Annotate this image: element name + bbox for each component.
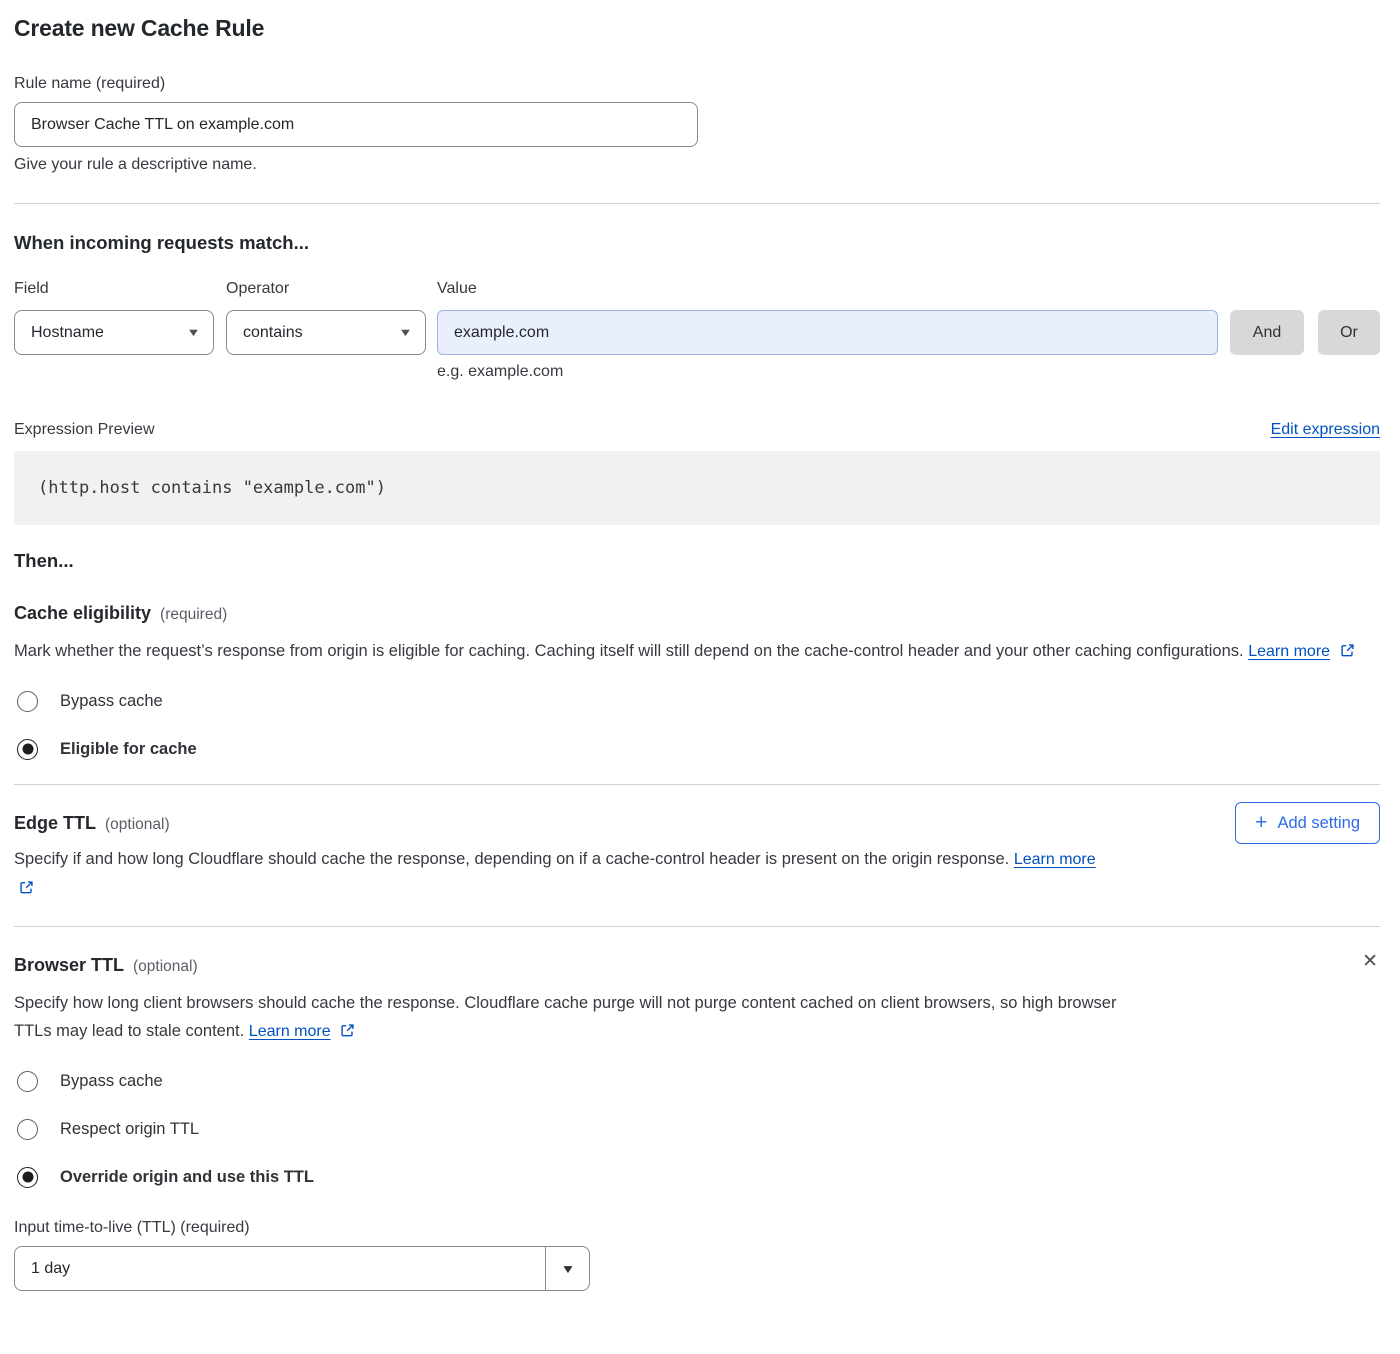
close-icon[interactable]: ✕ [1362,951,1378,973]
add-setting-label: Add setting [1277,814,1360,833]
radio-option-label: Bypass cache [60,1070,163,1092]
chevron-down-icon: ▼ [398,327,413,339]
optional-tag: (optional) [133,958,198,976]
chevron-down-icon: ▼ [186,327,201,339]
then-heading: Then... [14,549,1380,573]
description-text: Mark whether the request’s response from… [14,642,1244,660]
learn-more-link[interactable]: Learn more [249,1023,331,1040]
operator-label: Operator [226,280,437,298]
browser-ttl-description: Specify how long client browsers should … [14,989,1119,1046]
description-text: Specify if and how long Cloudflare shoul… [14,850,1009,868]
rule-name-input[interactable] [14,102,698,147]
radio-icon[interactable] [17,1119,38,1140]
expression-preview-label: Expression Preview [14,421,155,439]
condition-labels: Field Operator Value [14,280,1380,298]
ttl-select-arrow[interactable]: ▼ [545,1247,589,1290]
match-heading: When incoming requests match... [14,231,1380,255]
cache-eligibility-header: Cache eligibility (required) [14,601,1380,625]
radio-icon[interactable] [17,691,38,712]
operator-select[interactable]: contains ▼ [226,310,426,355]
rule-name-helper: Give your rule a descriptive name. [14,155,1380,175]
value-label: Value [437,280,477,298]
radio-option-browser-bypass-cache[interactable]: Bypass cache [14,1070,1380,1092]
value-helper: e.g. example.com [437,363,1380,381]
edge-ttl-title: Edge TTL [14,811,96,835]
external-link-icon [19,880,34,895]
radio-icon[interactable] [17,739,38,760]
ttl-input-label: Input time-to-live (TTL) (required) [14,1218,1380,1238]
value-input[interactable] [437,310,1218,355]
description-text: Specify how long client browsers should … [14,994,1116,1040]
divider [14,926,1380,927]
learn-more-link[interactable]: Learn more [1014,851,1096,868]
divider [14,203,1380,204]
chevron-down-icon: ▼ [560,1262,575,1276]
edge-ttl-header: Edge TTL (optional) + Add setting [14,811,1380,835]
and-button[interactable]: And [1230,310,1304,355]
condition-row: Hostname ▼ contains ▼ And Or [14,310,1380,355]
cache-eligibility-description: Mark whether the request’s response from… [14,637,1380,666]
radio-option-respect-origin-ttl[interactable]: Respect origin TTL [14,1118,1380,1140]
browser-ttl-title: Browser TTL [14,953,124,977]
external-link-icon [340,1023,355,1038]
radio-option-label: Respect origin TTL [60,1118,199,1140]
cache-eligibility-title: Cache eligibility [14,601,151,625]
or-button[interactable]: Or [1318,310,1380,355]
learn-more-link[interactable]: Learn more [1248,643,1330,660]
expression-row: Expression Preview Edit expression [14,421,1380,439]
edit-expression-link[interactable]: Edit expression [1271,421,1380,439]
radio-option-label: Bypass cache [60,690,163,712]
field-select[interactable]: Hostname ▼ [14,310,214,355]
radio-option-override-origin-ttl[interactable]: Override origin and use this TTL [14,1166,1380,1188]
add-setting-button[interactable]: + Add setting [1235,802,1380,844]
radio-icon[interactable] [17,1167,38,1188]
radio-option-bypass-cache[interactable]: Bypass cache [14,690,1380,712]
operator-select-value: contains [243,324,303,342]
optional-tag: (optional) [105,816,170,834]
field-select-value: Hostname [31,324,104,342]
page-title: Create new Cache Rule [14,13,1380,43]
edge-ttl-description: Specify if and how long Cloudflare shoul… [14,845,1119,902]
ttl-select-value: 1 day [31,1260,70,1278]
external-link-icon [1340,643,1355,658]
field-label: Field [14,280,226,298]
radio-icon[interactable] [17,1071,38,1092]
create-cache-rule-page: Create new Cache Rule Rule name (require… [0,0,1400,1354]
required-tag: (required) [160,606,227,624]
expression-code: (http.host contains "example.com") [14,451,1380,525]
rule-name-label: Rule name (required) [14,74,1380,94]
plus-icon: + [1255,812,1267,833]
browser-ttl-header: Browser TTL (optional) ✕ [14,953,1380,977]
radio-option-label: Eligible for cache [60,738,197,760]
radio-option-eligible-for-cache[interactable]: Eligible for cache [14,738,1380,760]
radio-option-label: Override origin and use this TTL [60,1166,314,1188]
divider [14,784,1380,785]
ttl-select[interactable]: 1 day ▼ [14,1246,590,1291]
